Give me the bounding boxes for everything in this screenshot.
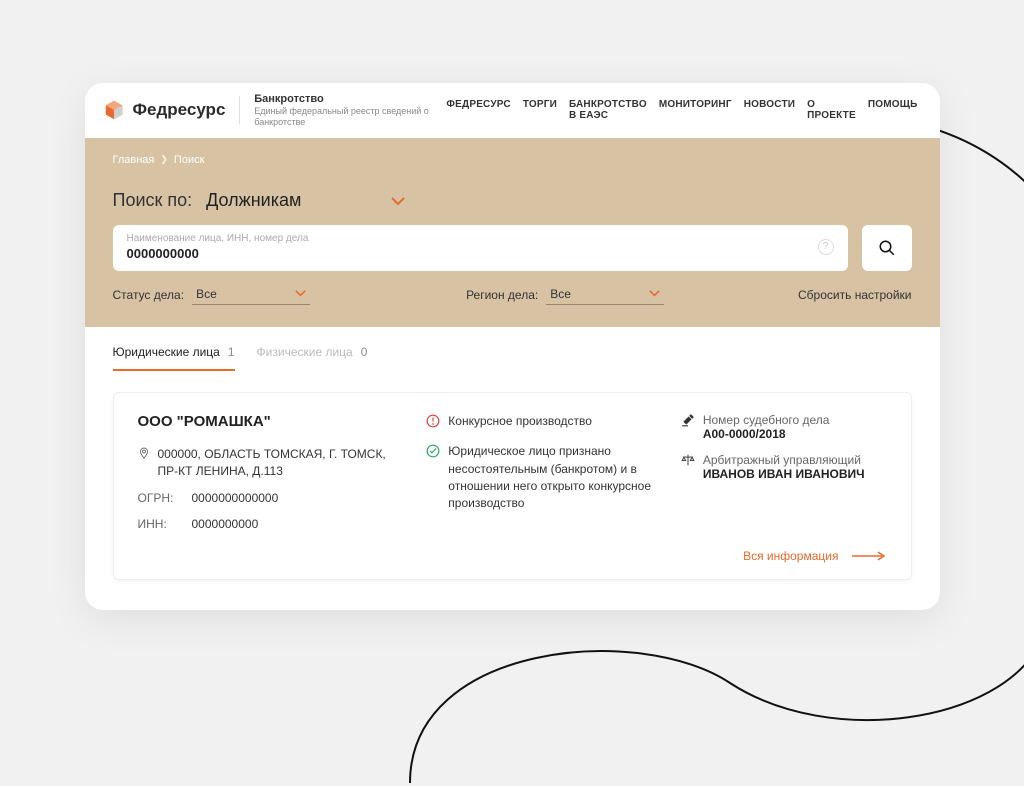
chevron-down-icon xyxy=(295,288,306,300)
manager-label: Арбитражный управляющий xyxy=(703,453,861,467)
search-row: Наименование лица, ИНН, номер дела ? xyxy=(113,225,912,271)
tab-legal-label: Юридические лица xyxy=(113,345,220,359)
more-info-label: Вся информация xyxy=(743,549,838,563)
nav-torgi[interactable]: ТОРГИ xyxy=(523,99,557,121)
stage-text: Конкурсное производство xyxy=(448,413,592,433)
search-category-label: Поиск по: xyxy=(113,190,193,211)
status-dropdown[interactable]: Все xyxy=(192,285,310,305)
company-address: 000000, ОБЛАСТЬ ТОМСКАЯ, Г. ТОМСК, ПР-КТ… xyxy=(138,446,401,480)
top-nav: ФЕДРЕСУРС ТОРГИ БАНКРОТСТВО В ЕАЭС МОНИТ… xyxy=(446,99,917,121)
breadcrumb-home[interactable]: Главная xyxy=(113,154,155,166)
nav-about[interactable]: О ПРОЕКТЕ xyxy=(807,99,856,121)
sub-desc: Единый федеральный реестр сведений о бан… xyxy=(254,106,446,128)
search-input-label: Наименование лица, ИНН, номер дела xyxy=(127,233,818,244)
nav-bankrotstvo-eaes[interactable]: БАНКРОТСТВО В ЕАЭС xyxy=(569,99,647,121)
scales-icon xyxy=(681,453,695,481)
brand-name: Федресурс xyxy=(133,100,226,120)
nav-fedresurs[interactable]: ФЕДРЕСУРС xyxy=(446,99,510,121)
gavel-icon xyxy=(681,413,695,441)
status-text: Юридическое лицо признано несостоятельны… xyxy=(448,443,655,513)
search-input[interactable] xyxy=(127,246,818,261)
help-icon[interactable]: ? xyxy=(818,239,834,255)
chevron-down-icon xyxy=(649,288,660,300)
status-label: Статус дела: xyxy=(113,288,185,302)
inn-value: 0000000000 xyxy=(192,517,259,531)
nav-news[interactable]: НОВОСТИ xyxy=(744,99,795,121)
ogrn-value: 0000000000000 xyxy=(192,491,279,505)
result-tabs: Юридические лица 1 Физические лица 0 xyxy=(85,327,940,372)
inn-label: ИНН: xyxy=(138,517,182,531)
sub-title: Банкротство xyxy=(254,93,446,106)
nav-monitoring[interactable]: МОНИТОРИНГ xyxy=(659,99,732,121)
tab-person-label: Физические лица xyxy=(257,345,353,361)
case-number: А00-0000/2018 xyxy=(703,427,786,441)
alert-icon xyxy=(426,414,440,433)
logo-icon xyxy=(103,99,125,121)
company-name: ООО "РОМАШКА" xyxy=(138,413,401,430)
case-column: Номер судебного дела А00-0000/2018 Арбит… xyxy=(681,413,887,532)
header: Федресурс Банкротство Единый федеральный… xyxy=(85,83,940,138)
breadcrumb: Главная ❯ Поиск xyxy=(113,154,912,166)
search-input-wrapper[interactable]: Наименование лица, ИНН, номер дела ? xyxy=(113,225,848,271)
filters: Статус дела: Все Регион дела: Все Сброси… xyxy=(113,285,912,305)
breadcrumb-current: Поиск xyxy=(174,154,204,166)
status-column: Конкурсное производство Юридическое лицо… xyxy=(426,413,655,532)
inn-row: ИНН: 0000000000 xyxy=(138,517,401,531)
search-category-value: Должникам xyxy=(206,190,301,211)
case-label: Номер судебного дела xyxy=(703,413,830,427)
chevron-right-icon: ❯ xyxy=(160,154,168,165)
search-icon xyxy=(878,239,896,257)
arrow-right-icon xyxy=(852,551,886,561)
tab-person-count: 0 xyxy=(361,345,368,361)
manager-name: ИВАНОВ ИВАН ИВАНОВИЧ xyxy=(703,467,865,481)
check-icon xyxy=(426,444,440,513)
ogrn-row: ОГРН: 0000000000000 xyxy=(138,491,401,505)
status-value: Все xyxy=(196,287,217,301)
search-button[interactable] xyxy=(862,225,912,271)
divider xyxy=(239,96,240,124)
ogrn-label: ОГРН: xyxy=(138,491,182,505)
tab-person[interactable]: Физические лица 0 xyxy=(257,345,368,371)
pin-icon xyxy=(138,446,150,480)
tab-legal[interactable]: Юридические лица 1 xyxy=(113,345,235,371)
search-title: Поиск по: Должникам xyxy=(113,190,912,211)
chevron-down-icon xyxy=(391,190,405,211)
search-category-dropdown[interactable]: Должникам xyxy=(206,190,405,211)
region-label: Регион дела: xyxy=(466,288,538,302)
app-window: Федресурс Банкротство Единый федеральный… xyxy=(85,83,940,610)
address-text: 000000, ОБЛАСТЬ ТОМСКАЯ, Г. ТОМСК, ПР-КТ… xyxy=(158,446,388,480)
region-dropdown[interactable]: Все xyxy=(546,285,664,305)
region-value: Все xyxy=(550,287,571,301)
tab-legal-count: 1 xyxy=(228,345,235,359)
more-info-link[interactable]: Вся информация xyxy=(138,549,887,563)
brand-subtitle: Банкротство Единый федеральный реестр св… xyxy=(254,93,446,128)
brand[interactable]: Федресурс xyxy=(103,99,226,121)
result-card[interactable]: ООО "РОМАШКА" 000000, ОБЛАСТЬ ТОМСКАЯ, Г… xyxy=(113,392,912,581)
nav-help[interactable]: ПОМОЩЬ xyxy=(868,99,918,121)
search-panel: Главная ❯ Поиск Поиск по: Должникам Наим… xyxy=(85,138,940,327)
reset-filters[interactable]: Сбросить настройки xyxy=(798,288,911,302)
